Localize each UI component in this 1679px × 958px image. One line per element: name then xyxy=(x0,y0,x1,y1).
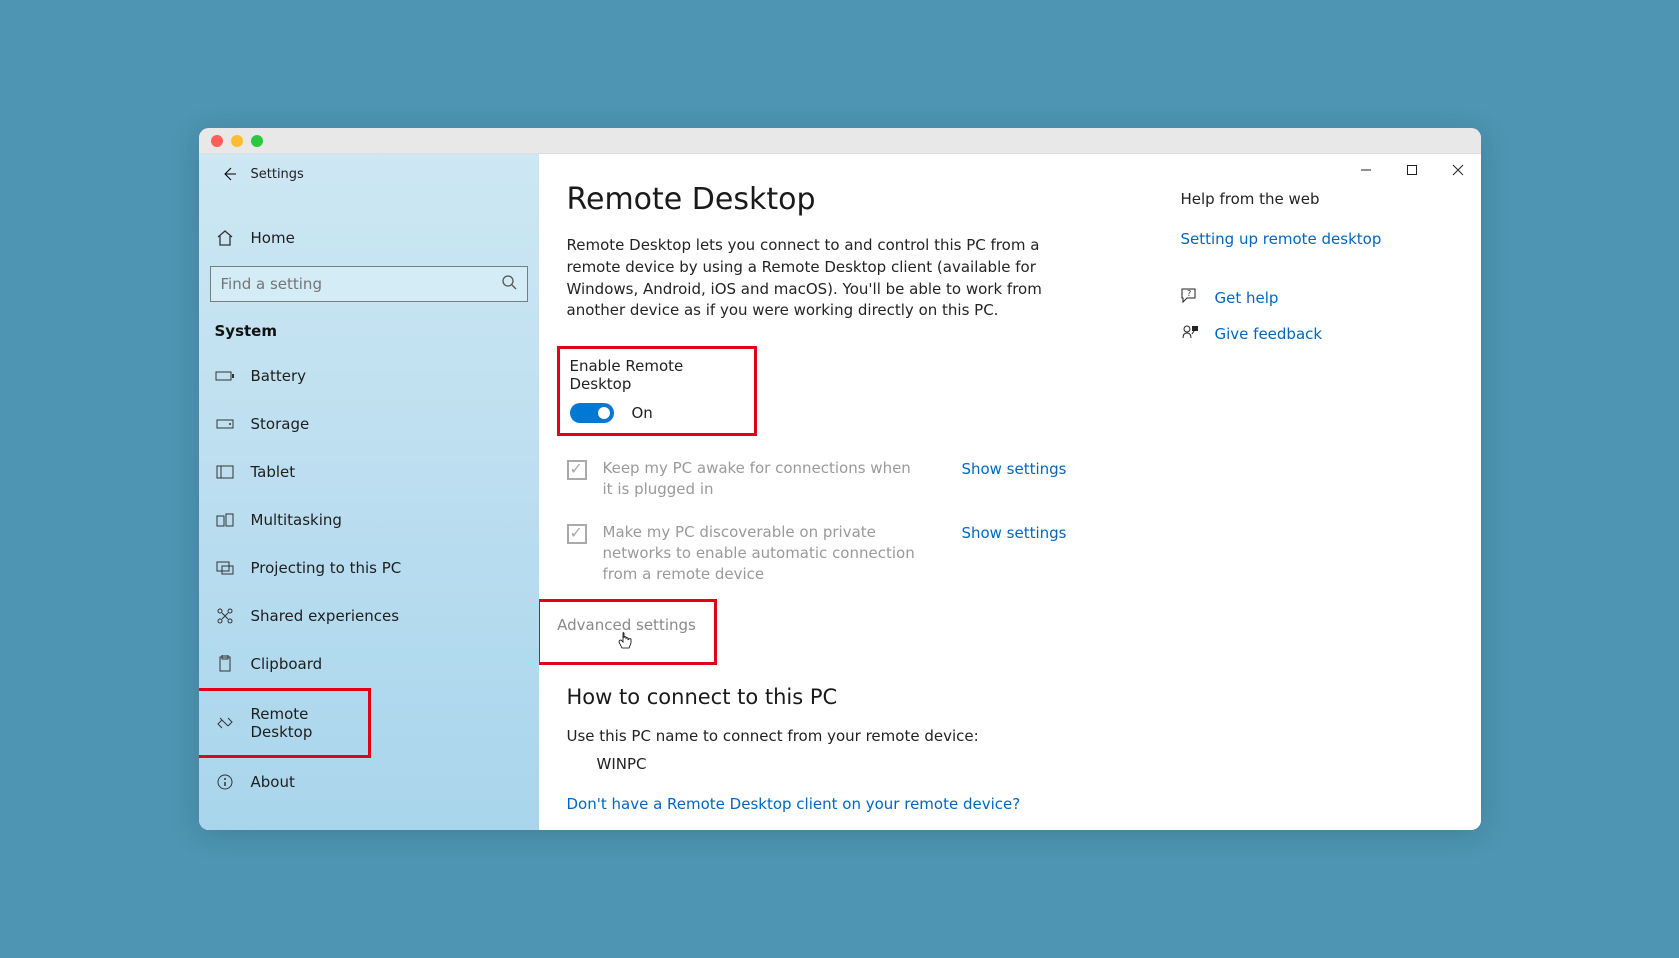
page-intro: Remote Desktop lets you connect to and c… xyxy=(567,235,1057,322)
mac-zoom-button[interactable] xyxy=(251,135,263,147)
no-client-link[interactable]: Don't have a Remote Desktop client on yo… xyxy=(567,795,1153,813)
sidebar-item-shared[interactable]: Shared experiences xyxy=(199,592,539,640)
battery-icon xyxy=(215,366,235,386)
sidebar-item-label: Clipboard xyxy=(251,655,323,673)
sidebar-item-projecting[interactable]: Projecting to this PC xyxy=(199,544,539,592)
help-icon: ? xyxy=(1181,288,1199,308)
enable-label: Enable Remote Desktop xyxy=(570,357,744,393)
sidebar-section-header: System xyxy=(199,302,539,348)
feedback-icon xyxy=(1181,324,1199,344)
tablet-icon xyxy=(215,462,235,482)
discoverable-label: Make my PC discoverable on private netwo… xyxy=(603,522,926,585)
get-help-link[interactable]: ? Get help xyxy=(1181,288,1457,308)
keep-awake-checkbox[interactable] xyxy=(567,460,587,480)
discoverable-show-settings-link[interactable]: Show settings xyxy=(961,524,1066,542)
shared-icon xyxy=(215,606,235,626)
page-title: Remote Desktop xyxy=(567,182,1153,217)
app-title: Settings xyxy=(251,167,304,182)
rail-title: Help from the web xyxy=(1181,190,1457,208)
sidebar-item-multitasking[interactable]: Multitasking xyxy=(199,496,539,544)
get-help-label: Get help xyxy=(1215,289,1279,307)
search-icon xyxy=(501,274,517,294)
give-feedback-label: Give feedback xyxy=(1215,325,1323,343)
sidebar-home[interactable]: Home xyxy=(199,214,539,262)
sidebar-item-storage[interactable]: Storage xyxy=(199,400,539,448)
discoverable-checkbox[interactable] xyxy=(567,524,587,544)
mac-close-button[interactable] xyxy=(211,135,223,147)
storage-icon xyxy=(215,414,235,434)
clipboard-icon xyxy=(215,654,235,674)
main-content: Remote Desktop Remote Desktop lets you c… xyxy=(539,154,1481,830)
mac-titlebar xyxy=(199,128,1481,154)
window-minimize-button[interactable] xyxy=(1343,154,1389,186)
advanced-settings-link[interactable]: Advanced settings xyxy=(539,599,717,665)
sidebar-item-label: Tablet xyxy=(251,463,296,481)
settings-window: Settings Home System xyxy=(199,128,1481,830)
window-maximize-button[interactable] xyxy=(1389,154,1435,186)
home-icon xyxy=(215,228,235,248)
sidebar-item-about[interactable]: About xyxy=(199,758,539,806)
enable-remote-desktop-toggle[interactable] xyxy=(570,403,614,423)
how-to-connect-title: How to connect to this PC xyxy=(567,685,1153,709)
pc-name: WINPC xyxy=(597,755,1153,773)
toggle-state-label: On xyxy=(632,404,653,422)
keep-awake-label: Keep my PC awake for connections when it… xyxy=(603,458,926,500)
projecting-icon xyxy=(215,558,235,578)
sidebar-item-battery[interactable]: Battery xyxy=(199,352,539,400)
sidebar-item-clipboard[interactable]: Clipboard xyxy=(199,640,539,688)
about-icon xyxy=(215,772,235,792)
search-box[interactable] xyxy=(210,266,528,302)
back-button[interactable] xyxy=(211,156,247,192)
sidebar-item-label: Shared experiences xyxy=(251,607,400,625)
cursor-icon xyxy=(618,632,632,654)
multitasking-icon xyxy=(215,510,235,530)
enable-remote-desktop-block: Enable Remote Desktop On xyxy=(557,346,757,436)
window-close-button[interactable] xyxy=(1435,154,1481,186)
give-feedback-link[interactable]: Give feedback xyxy=(1181,324,1457,344)
sidebar-item-label: Remote Desktop xyxy=(251,705,352,741)
sidebar-item-tablet[interactable]: Tablet xyxy=(199,448,539,496)
how-to-connect-text: Use this PC name to connect from your re… xyxy=(567,727,1153,745)
help-rail: Help from the web Setting up remote desk… xyxy=(1181,154,1481,830)
mac-minimize-button[interactable] xyxy=(231,135,243,147)
sidebar-item-label: Storage xyxy=(251,415,310,433)
sidebar-item-label: Multitasking xyxy=(251,511,342,529)
sidebar: Settings Home System xyxy=(199,154,539,830)
sidebar-home-label: Home xyxy=(251,229,295,247)
sidebar-item-remote-desktop[interactable]: Remote Desktop xyxy=(199,688,371,758)
sidebar-item-label: Battery xyxy=(251,367,307,385)
remote-desktop-icon xyxy=(215,713,235,733)
keep-awake-show-settings-link[interactable]: Show settings xyxy=(961,460,1066,478)
rail-link-setup[interactable]: Setting up remote desktop xyxy=(1181,230,1457,248)
search-input[interactable] xyxy=(221,275,501,293)
svg-text:?: ? xyxy=(1187,289,1191,298)
sidebar-item-label: About xyxy=(251,773,295,791)
sidebar-item-label: Projecting to this PC xyxy=(251,559,402,577)
